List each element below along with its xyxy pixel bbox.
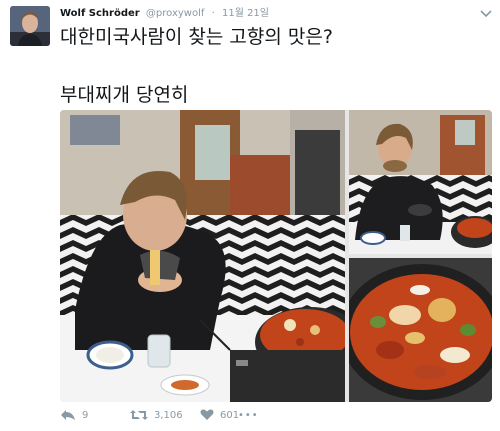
tweet-text-line-2: 부대찌개 당연히 (60, 84, 189, 106)
tweet-text-line-1: 대한미국사람이 찾는 고향의 맛은? (60, 26, 333, 48)
more-options-button[interactable]: ••• (238, 407, 259, 423)
reply-action[interactable]: 9 (60, 407, 88, 423)
media-photos (60, 110, 492, 402)
reply-count: 9 (82, 409, 89, 421)
avatar-image (10, 6, 50, 46)
heart-icon (200, 409, 214, 420)
author-avatar[interactable] (10, 6, 50, 46)
tweet-timestamp[interactable]: 11월 21일 (222, 8, 269, 19)
photo-man-bowl (349, 110, 492, 254)
header-separator: · (211, 8, 215, 19)
photo-man-eating (60, 110, 345, 402)
retweet-count: 3,106 (154, 409, 183, 421)
photo-stew-closeup (349, 258, 492, 402)
author-handle[interactable]: @proxywolf (146, 8, 204, 19)
retweet-icon (130, 410, 148, 420)
tweet-actions: 9 3,106 601 ••• (60, 405, 490, 425)
author-name[interactable]: Wolf Schröder (60, 8, 140, 19)
tweet-media-grid[interactable] (60, 110, 492, 402)
retweet-action[interactable]: 3,106 (130, 407, 183, 423)
reply-icon (61, 410, 75, 420)
tweet-header: Wolf Schröder @proxywolf · 11월 21일 (60, 4, 269, 19)
more-icon: ••• (238, 409, 259, 421)
chevron-down-icon[interactable] (480, 4, 492, 18)
like-action[interactable]: 601 (200, 407, 239, 423)
like-count: 601 (220, 409, 240, 421)
